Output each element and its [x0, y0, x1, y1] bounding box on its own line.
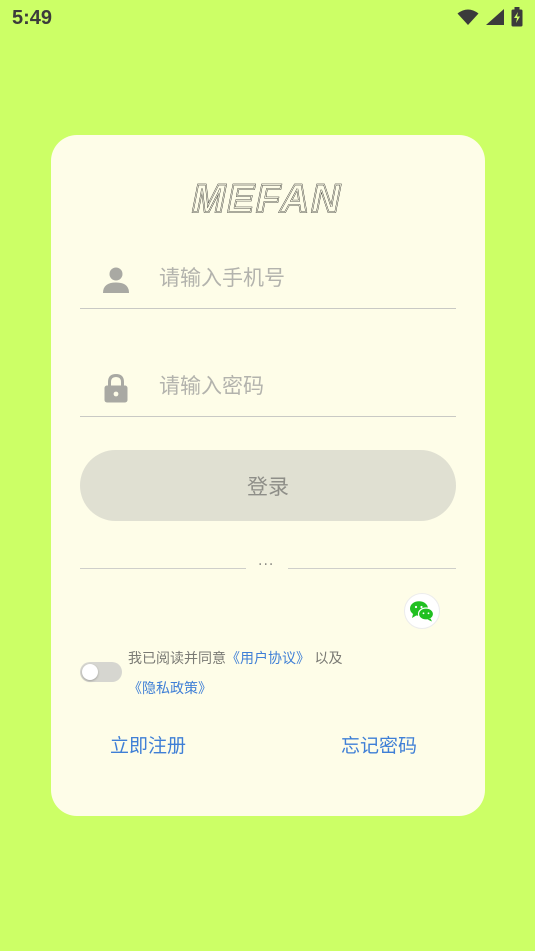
divider-dots: ··· — [258, 557, 275, 573]
agreement-toggle[interactable] — [80, 662, 122, 682]
phone-input[interactable] — [159, 261, 439, 295]
lock-icon — [104, 373, 128, 403]
register-link[interactable]: 立即注册 — [110, 731, 186, 758]
login-button[interactable]: 登录 — [80, 450, 456, 521]
status-bar: 5:49 — [0, 0, 535, 38]
divider-line-left — [80, 568, 246, 569]
agreement-text: 我已阅读并同意《用户协议》 以及 《隐私政策》 — [128, 644, 408, 704]
status-icons — [457, 7, 523, 27]
signal-icon — [486, 9, 504, 25]
divider-line-right — [288, 568, 456, 569]
battery-charging-icon — [511, 7, 523, 27]
forgot-password-link[interactable]: 忘记密码 — [341, 731, 417, 758]
third-party-divider: ··· — [80, 557, 456, 577]
status-time: 5:49 — [12, 7, 53, 29]
mefan-logo: MEFAN MEFAN — [191, 179, 342, 217]
wechat-icon — [410, 601, 435, 622]
toggle-knob — [82, 664, 98, 680]
password-field-row — [80, 355, 456, 417]
agreement-prefix: 我已阅读并同意 — [128, 651, 226, 667]
svg-text:MEFAN: MEFAN — [192, 179, 342, 217]
user-agreement-link[interactable]: 《用户协议》 — [226, 651, 310, 667]
wifi-icon — [457, 9, 479, 25]
wechat-login-button[interactable] — [404, 593, 440, 629]
password-input[interactable] — [159, 369, 439, 403]
phone-field-row — [80, 247, 456, 309]
agreement-conjunction: 以及 — [314, 651, 343, 667]
login-card: MEFAN MEFAN 登录 ··· — [51, 135, 485, 816]
user-icon — [103, 267, 129, 293]
login-screen: 5:49 MEFAN MEFAN 请输入手机号 登录 ··· 我已阅读并同意《用… — [0, 0, 535, 951]
privacy-policy-link[interactable]: 《隐私政策》 — [128, 681, 212, 697]
